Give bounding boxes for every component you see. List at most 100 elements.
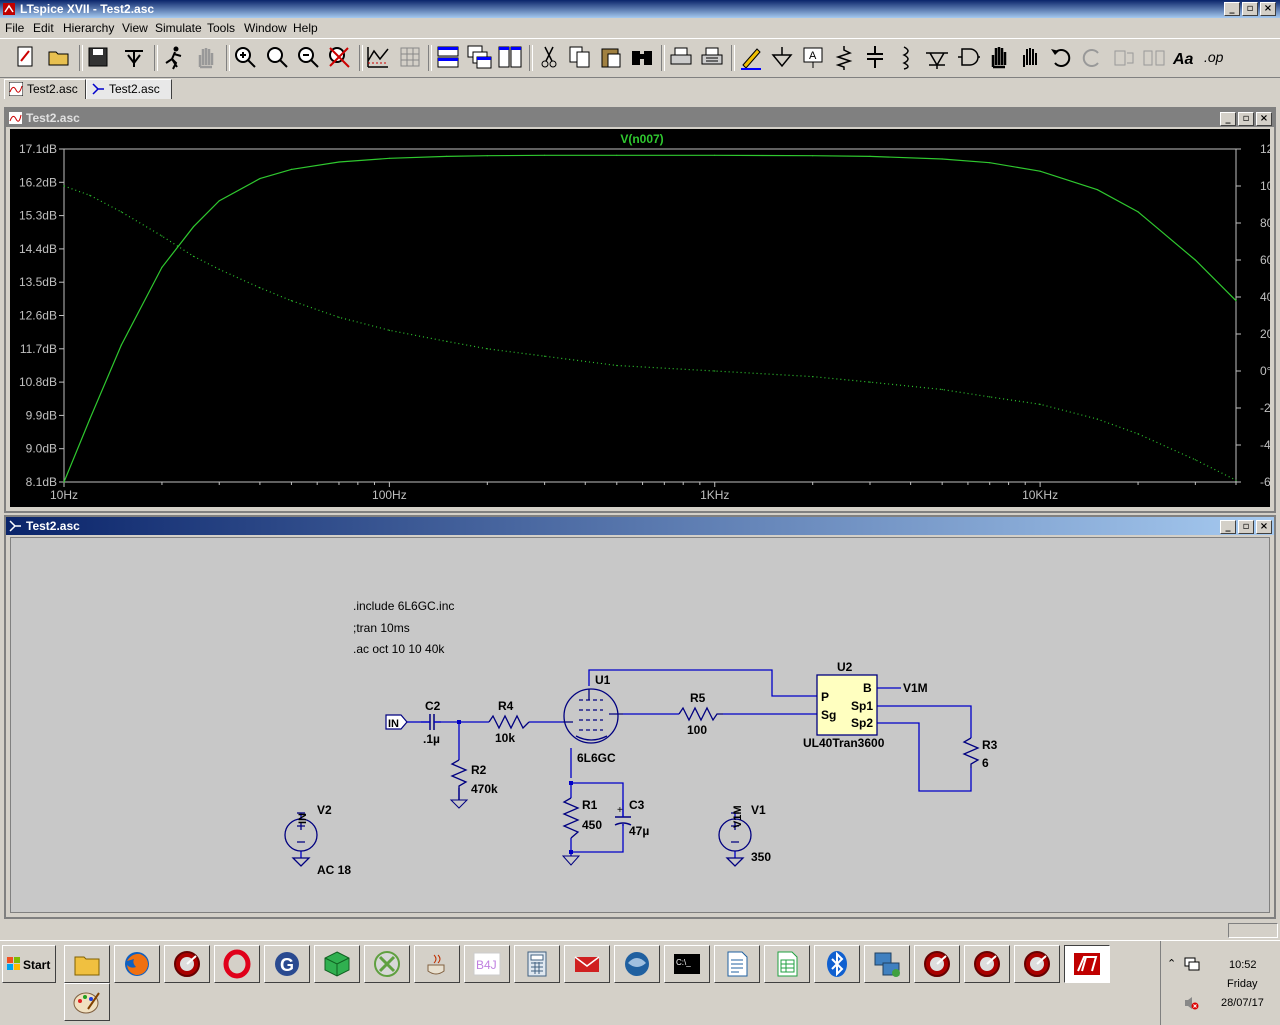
tab-waveform[interactable]: Test2.asc [4,79,86,99]
zoom-in-icon[interactable] [231,43,259,71]
copy-icon[interactable] [566,43,594,71]
gdisk-icon[interactable] [164,945,210,983]
console-icon[interactable]: C:\_ [664,945,710,983]
draw-wire-pencil-icon[interactable] [737,43,765,71]
chevron-up-icon[interactable]: ⌃ [1167,957,1176,970]
label-net-icon[interactable]: A [799,43,827,71]
spice-directive-icon[interactable]: .op [1202,43,1230,71]
minimize-button[interactable]: _ [1220,112,1236,126]
find-binoculars-icon[interactable] [628,43,656,71]
grid-icon[interactable] [396,43,424,71]
ground-icon[interactable] [768,43,796,71]
b4j-icon[interactable]: B4J [464,945,510,983]
open-folder-icon[interactable] [45,43,73,71]
bode-plot[interactable]: V(n007) 17.1dB 16.2dB 15.3dB 14.4dB 13.5dB 12… [10,129,1280,507]
thunderbird-icon[interactable] [614,945,660,983]
tile-horizontal-icon[interactable] [434,43,462,71]
zoom-fit-icon[interactable] [325,43,353,71]
file-manager-icon[interactable] [64,945,110,983]
resistor-r5[interactable] [678,706,723,722]
run-icon[interactable] [160,43,188,71]
ltspice-icon[interactable] [1064,945,1110,983]
firefox-icon[interactable] [114,945,160,983]
resistor-r2[interactable] [450,759,468,800]
component-icon[interactable] [954,43,982,71]
phase-point [544,355,546,357]
halt-hand-icon[interactable] [192,43,220,71]
menu-view[interactable]: View [122,21,148,35]
writer-icon[interactable] [714,945,760,983]
text-icon[interactable]: Aa [1171,43,1199,71]
gdisk-icon[interactable] [914,945,960,983]
3d-box-icon[interactable] [314,945,360,983]
cascade-icon[interactable] [465,43,493,71]
minimize-button[interactable]: _ [1220,520,1236,534]
gdisk-icon[interactable] [964,945,1010,983]
menu-simulate[interactable]: Simulate [155,21,202,35]
schematic-canvas[interactable]: .include 6L6GC.inc ;tran 10ms .ac oct 10… [10,537,1270,913]
cut-scissors-icon[interactable] [535,43,563,71]
menu-tools[interactable]: Tools [207,21,235,35]
menu-hierarchy[interactable]: Hierarchy [63,21,114,35]
gdisk-icon[interactable] [1014,945,1060,983]
move-hand-icon[interactable] [985,43,1013,71]
opera-icon[interactable] [214,945,260,983]
zoom-out-icon[interactable] [294,43,322,71]
spice-directive-include[interactable]: .include 6L6GC.inc [353,599,454,613]
resistor-r3[interactable] [962,737,980,768]
paste-icon[interactable] [597,43,625,71]
drag-hand-icon[interactable] [1016,43,1044,71]
tube-u1[interactable] [563,688,623,744]
speaker-muted-icon[interactable] [1183,995,1199,1011]
capacitor-icon[interactable] [861,43,889,71]
menu-help[interactable]: Help [293,21,318,35]
clock-time[interactable]: 10:52 [1229,959,1257,971]
network-tray-icon[interactable] [1183,956,1201,972]
zoom-pan-icon[interactable] [263,43,291,71]
print-setup-icon[interactable] [667,43,695,71]
control-panel-icon[interactable] [120,43,148,71]
rotate-icon[interactable] [1109,43,1137,71]
phase-point [989,396,991,398]
restore-button[interactable]: ▫ [1242,2,1258,16]
start-button[interactable]: Start [2,945,56,983]
inductor-icon[interactable] [892,43,920,71]
java-icon[interactable] [414,945,460,983]
save-icon[interactable] [84,43,112,71]
xbox-icon[interactable] [364,945,410,983]
resistor-icon[interactable] [830,43,858,71]
menu-file[interactable]: File [5,21,24,35]
spice-directive-ac[interactable]: .ac oct 10 10 40k [353,642,445,656]
redo-icon[interactable] [1078,43,1106,71]
print-icon[interactable] [698,43,726,71]
plot-area[interactable]: V(n007) 17.1dB 16.2dB 15.3dB 14.4dB 13.5dB 12… [10,129,1280,507]
close-button[interactable]: × [1256,520,1272,534]
minimize-button[interactable]: _ [1224,2,1240,16]
r2-value: 470k [471,782,498,796]
calculator-icon[interactable] [514,945,560,983]
tab-schematic[interactable]: Test2.asc [86,79,172,99]
mail-icon[interactable] [564,945,610,983]
close-button[interactable]: × [1256,112,1272,126]
mirror-icon[interactable] [1140,43,1168,71]
capacitor-c2[interactable] [421,714,441,730]
menu-window[interactable]: Window [244,21,287,35]
restore-button[interactable]: ▫ [1238,520,1254,534]
tile-vertical-icon[interactable] [496,43,524,71]
autorange-icon[interactable] [364,43,392,71]
menu-edit[interactable]: Edit [33,21,54,35]
undo-icon[interactable] [1047,43,1075,71]
close-button[interactable]: × [1260,2,1276,16]
diode-icon[interactable] [923,43,951,71]
calc-spreadsheet-icon[interactable] [764,945,810,983]
spice-directive-tran[interactable]: ;tran 10ms [353,621,410,635]
document-tabs: Test2.asc Test2.asc [0,77,1280,101]
new-schematic-icon[interactable] [12,43,40,71]
resistor-r1[interactable] [562,797,580,839]
google-icon[interactable]: G [264,945,310,983]
paint-icon[interactable] [64,983,110,1021]
bluetooth-icon[interactable] [814,945,860,983]
resistor-r4[interactable] [488,714,530,730]
restore-button[interactable]: ▫ [1238,112,1254,126]
network-icon[interactable] [864,945,910,983]
